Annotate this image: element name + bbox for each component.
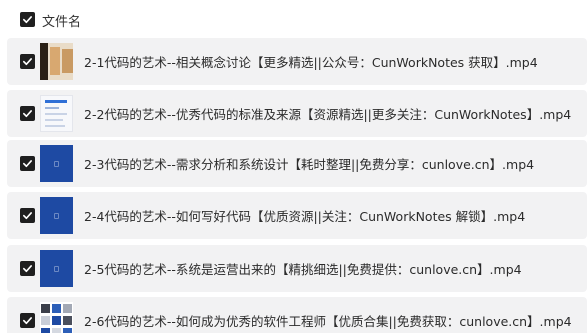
file-list: 文件名 2-1代码的艺术--相关概念讨论【更多精选||公众号：CunWorkNo…	[0, 0, 587, 333]
file-name[interactable]: 2-4代码的艺术--如何写好代码【优质资源||关注：CunWorkNotes 解…	[84, 206, 525, 225]
video-thumbnail	[40, 250, 73, 287]
checkmark-icon	[23, 212, 32, 220]
video-thumbnail	[40, 95, 73, 132]
video-thumbnail	[40, 43, 73, 80]
column-header-filename[interactable]: 文件名	[42, 11, 81, 30]
row-checkbox[interactable]	[20, 313, 35, 328]
file-row[interactable]: 2-6代码的艺术--如何成为优秀的软件工程师【优质合集||免费获取：cunlov…	[7, 297, 587, 333]
select-all-checkbox[interactable]	[20, 12, 35, 27]
checkmark-icon	[23, 110, 32, 118]
video-thumbnail	[40, 302, 73, 333]
row-checkbox[interactable]	[20, 54, 35, 69]
video-thumbnail	[40, 145, 73, 182]
file-row[interactable]: 2-1代码的艺术--相关概念讨论【更多精选||公众号：CunWorkNotes …	[7, 38, 587, 85]
checkmark-icon	[23, 317, 32, 325]
file-row[interactable]: 2-3代码的艺术--需求分析和系统设计【耗时整理||免费分享：cunlove.c…	[7, 140, 587, 187]
file-name[interactable]: 2-1代码的艺术--相关概念讨论【更多精选||公众号：CunWorkNotes …	[84, 52, 538, 71]
file-name[interactable]: 2-5代码的艺术--系统是运营出来的【精挑细选||免费提供：cunlove.cn…	[84, 259, 522, 278]
file-name[interactable]: 2-2代码的艺术--优秀代码的标准及来源【资源精选||更多关注：CunWorkN…	[84, 104, 571, 123]
file-row[interactable]: 2-2代码的艺术--优秀代码的标准及来源【资源精选||更多关注：CunWorkN…	[7, 90, 587, 137]
row-checkbox[interactable]	[20, 156, 35, 171]
file-name[interactable]: 2-3代码的艺术--需求分析和系统设计【耗时整理||免费分享：cunlove.c…	[84, 154, 534, 173]
checkmark-icon	[23, 265, 32, 273]
row-checkbox[interactable]	[20, 106, 35, 121]
row-checkbox[interactable]	[20, 261, 35, 276]
file-row[interactable]: 2-4代码的艺术--如何写好代码【优质资源||关注：CunWorkNotes 解…	[7, 192, 587, 239]
file-row[interactable]: 2-5代码的艺术--系统是运营出来的【精挑细选||免费提供：cunlove.cn…	[7, 245, 587, 292]
file-name[interactable]: 2-6代码的艺术--如何成为优秀的软件工程师【优质合集||免费获取：cunlov…	[84, 311, 572, 330]
list-header: 文件名	[0, 0, 587, 38]
checkmark-icon	[23, 58, 32, 66]
checkmark-icon	[23, 160, 32, 168]
video-thumbnail	[40, 197, 73, 234]
checkmark-icon	[23, 16, 32, 24]
row-checkbox[interactable]	[20, 208, 35, 223]
